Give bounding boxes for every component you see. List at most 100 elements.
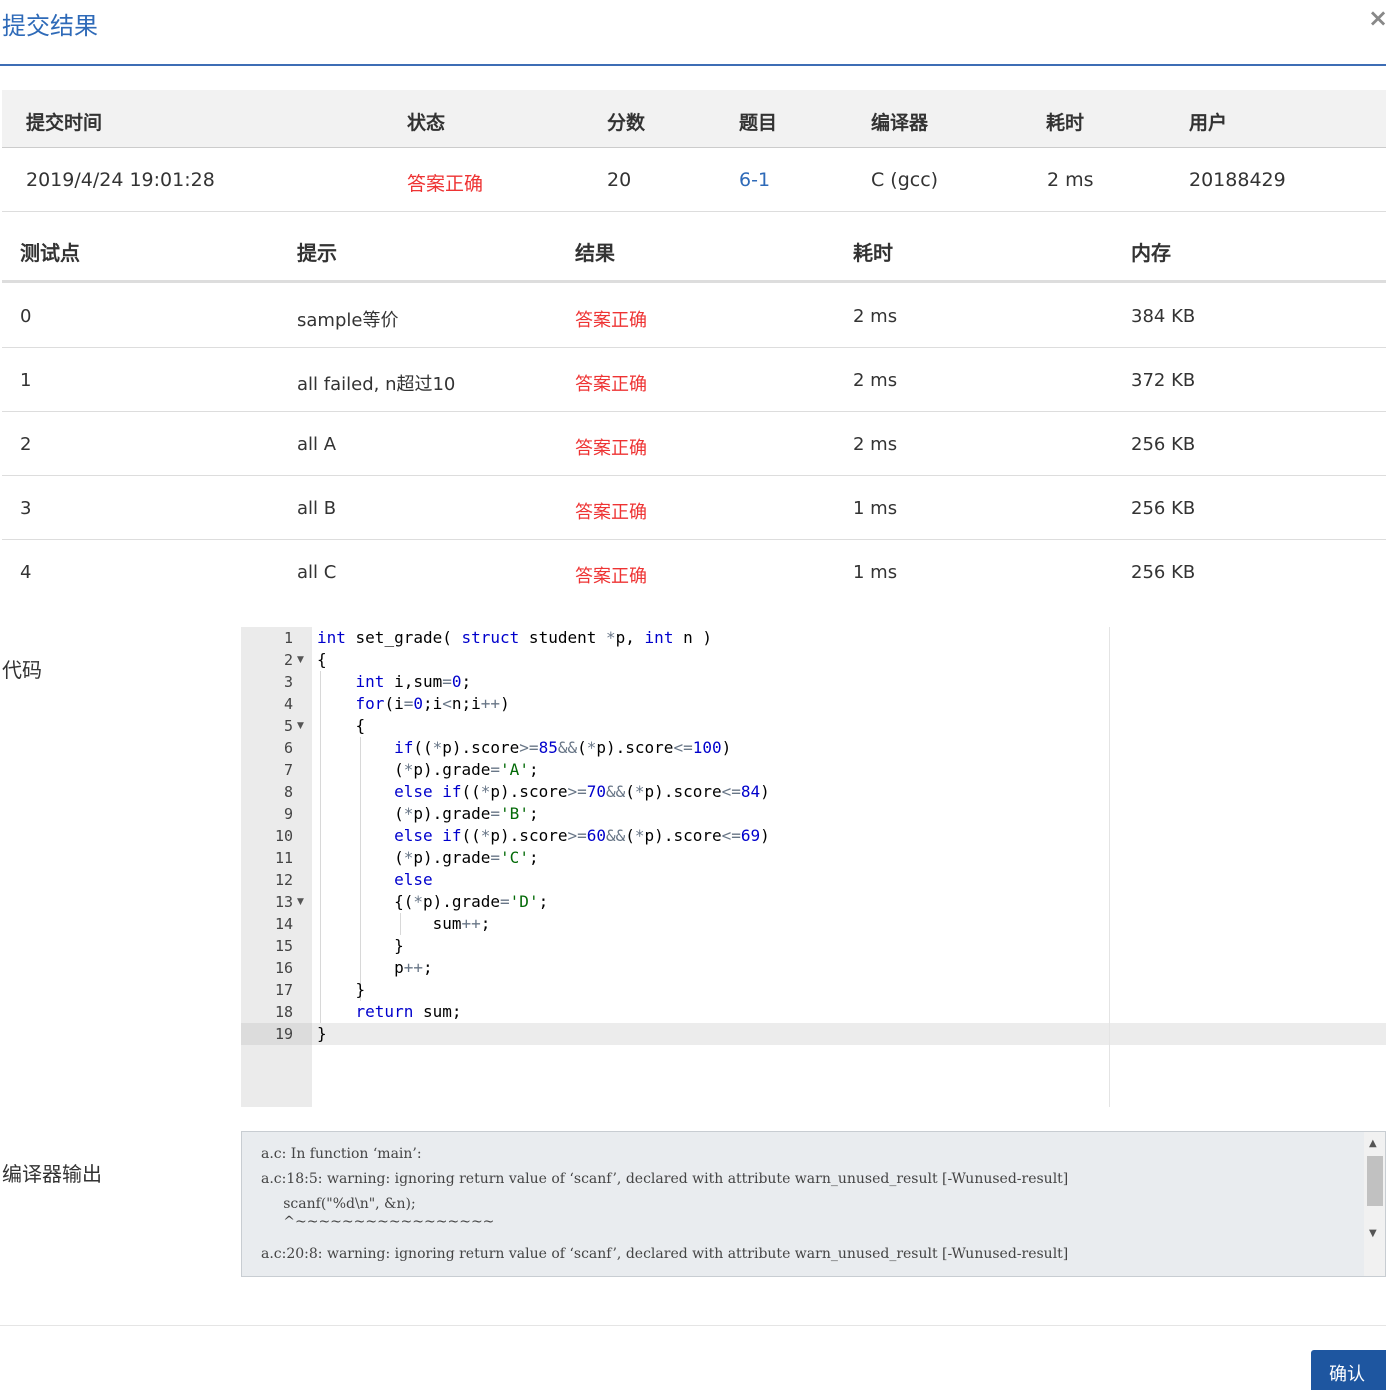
line-number: 8 bbox=[283, 783, 293, 801]
testcase-id: 0 bbox=[20, 306, 32, 327]
code-line: { bbox=[317, 650, 327, 669]
header-result: 结果 bbox=[575, 241, 615, 265]
code-line: } bbox=[317, 980, 366, 999]
code-line: } bbox=[317, 1024, 327, 1043]
code-line: p++; bbox=[317, 958, 433, 977]
line-number: 2 bbox=[283, 651, 293, 669]
line-number: 1 bbox=[283, 629, 293, 647]
code-line: (*p).grade='B'; bbox=[317, 804, 539, 823]
compiler-output-line: scanf("%d\n", &n); bbox=[261, 1196, 416, 1212]
header-submit-time: 提交时间 bbox=[26, 112, 103, 134]
line-number: 12 bbox=[274, 871, 293, 889]
compiler-output-line: a.c:18:5: warning: ignoring return value… bbox=[261, 1171, 1069, 1187]
testcase-id: 3 bbox=[20, 498, 32, 519]
line-number: 4 bbox=[283, 695, 293, 713]
line-number: 11 bbox=[274, 849, 293, 867]
testcase-memory: 256 KB bbox=[1131, 562, 1196, 583]
line-number: 6 bbox=[283, 739, 293, 757]
testcase-hint: all A bbox=[297, 434, 337, 455]
testcase-memory: 384 KB bbox=[1131, 306, 1196, 327]
testcase-result: 答案正确 bbox=[575, 310, 647, 331]
compiler-output-line: a.c:20:8: warning: ignoring return value… bbox=[261, 1246, 1069, 1262]
testcase-time: 1 ms bbox=[853, 562, 898, 583]
header-time: 耗时 bbox=[853, 241, 893, 265]
line-number: 10 bbox=[274, 827, 293, 845]
line-number: 5 bbox=[283, 717, 293, 735]
print-margin bbox=[1109, 627, 1110, 1107]
code-line: (*p).grade='A'; bbox=[317, 760, 539, 779]
scroll-down-icon[interactable]: ▼ bbox=[1369, 1228, 1377, 1239]
compiler-output-line: ^~~~~~~~~~~~~~~~~~ bbox=[261, 1214, 495, 1230]
code-line: (*p).grade='C'; bbox=[317, 848, 539, 867]
code-editor[interactable]: 1 int set_grade( struct student *p, int n… bbox=[241, 627, 1386, 1107]
header-status: 状态 bbox=[407, 112, 446, 134]
testcase-memory: 256 KB bbox=[1131, 434, 1196, 455]
modal-header: 提交结果 × bbox=[0, 0, 1386, 66]
status-badge: 答案正确 bbox=[407, 173, 484, 195]
compiler-output-line: a.c: In function ‘main’: bbox=[261, 1146, 422, 1162]
active-line-highlight bbox=[312, 1023, 1386, 1045]
testcase-time: 1 ms bbox=[853, 498, 898, 519]
testcase-memory: 256 KB bbox=[1131, 498, 1196, 519]
header-testcase: 测试点 bbox=[20, 241, 80, 265]
elapsed-value: 2 ms bbox=[1047, 169, 1094, 191]
testcase-result: 答案正确 bbox=[575, 566, 647, 587]
table-row: 4 all C 答案正确 1 ms 256 KB bbox=[2, 540, 1386, 604]
code-label: 代码 bbox=[2, 658, 42, 682]
table-row: 3 all B 答案正确 1 ms 256 KB bbox=[2, 476, 1386, 540]
testcase-id: 4 bbox=[20, 562, 32, 583]
fold-toggle-icon[interactable]: ▼ bbox=[297, 715, 304, 737]
header-score: 分数 bbox=[607, 112, 646, 134]
line-number: 15 bbox=[274, 937, 293, 955]
code-line: {(*p).grade='D'; bbox=[317, 892, 549, 911]
confirm-button[interactable]: 确认 bbox=[1311, 1350, 1386, 1390]
line-number: 7 bbox=[283, 761, 293, 779]
fold-toggle-icon[interactable]: ▼ bbox=[297, 649, 304, 671]
compiler-output-label: 编译器输出 bbox=[2, 1162, 102, 1186]
line-number: 3 bbox=[283, 673, 293, 691]
table-row: 2 all A 答案正确 2 ms 256 KB bbox=[2, 412, 1386, 476]
testcase-hint: all B bbox=[297, 498, 337, 519]
code-line: else bbox=[394, 870, 433, 889]
testcase-id: 2 bbox=[20, 434, 32, 455]
header-user: 用户 bbox=[1189, 112, 1228, 134]
testcase-result: 答案正确 bbox=[575, 502, 647, 523]
code-line: return sum; bbox=[355, 1002, 462, 1021]
compiler-value: C (gcc) bbox=[871, 169, 939, 191]
score-value: 20 bbox=[607, 169, 632, 191]
line-number: 19 bbox=[274, 1025, 293, 1043]
code-line: } bbox=[317, 936, 404, 955]
table-row: 0 sample等价 答案正确 2 ms 384 KB bbox=[2, 284, 1386, 348]
submit-time: 2019/4/24 19:01:28 bbox=[26, 169, 215, 191]
line-number: 16 bbox=[274, 959, 293, 977]
user-value: 20188429 bbox=[1189, 169, 1286, 191]
fold-toggle-icon[interactable]: ▼ bbox=[297, 891, 304, 913]
close-icon[interactable]: × bbox=[1368, 4, 1386, 32]
testcase-result: 答案正确 bbox=[575, 438, 647, 459]
code-line: int i,sum=0; bbox=[355, 672, 472, 691]
footer-divider bbox=[0, 1325, 1386, 1326]
compiler-output-box[interactable]: a.c:20:8: warning: ignoring return value… bbox=[241, 1131, 1386, 1277]
header-hint: 提示 bbox=[297, 241, 337, 265]
testcase-hint: all failed, n超过10 bbox=[297, 374, 456, 395]
scroll-up-icon[interactable]: ▲ bbox=[1369, 1138, 1377, 1149]
table-row: 1 all failed, n超过10 答案正确 2 ms 372 KB bbox=[2, 348, 1386, 412]
line-number: 13 bbox=[274, 893, 293, 911]
line-number: 9 bbox=[283, 805, 293, 823]
code-line: { bbox=[317, 716, 366, 735]
problem-link[interactable]: 6-1 bbox=[739, 169, 770, 191]
testcase-id: 1 bbox=[20, 370, 32, 391]
submission-row: 2019/4/24 19:01:28 答案正确 20 6-1 C (gcc) 2… bbox=[2, 149, 1386, 212]
header-elapsed: 耗时 bbox=[1046, 112, 1085, 134]
scrollbar-thumb[interactable] bbox=[1367, 1156, 1383, 1206]
code-line: else if((*p).score>=70&&(*p).score<=84) bbox=[394, 782, 770, 801]
testcase-memory: 372 KB bbox=[1131, 370, 1196, 391]
testcase-hint: all C bbox=[297, 562, 337, 583]
testcase-result: 答案正确 bbox=[575, 374, 647, 395]
code-line: for(i=0;i<n;i++) bbox=[355, 694, 510, 713]
line-number: 18 bbox=[274, 1003, 293, 1021]
testcase-time: 2 ms bbox=[853, 306, 898, 327]
testcase-time: 2 ms bbox=[853, 434, 898, 455]
code-line: sum++; bbox=[317, 914, 491, 933]
line-number: 14 bbox=[274, 915, 293, 933]
